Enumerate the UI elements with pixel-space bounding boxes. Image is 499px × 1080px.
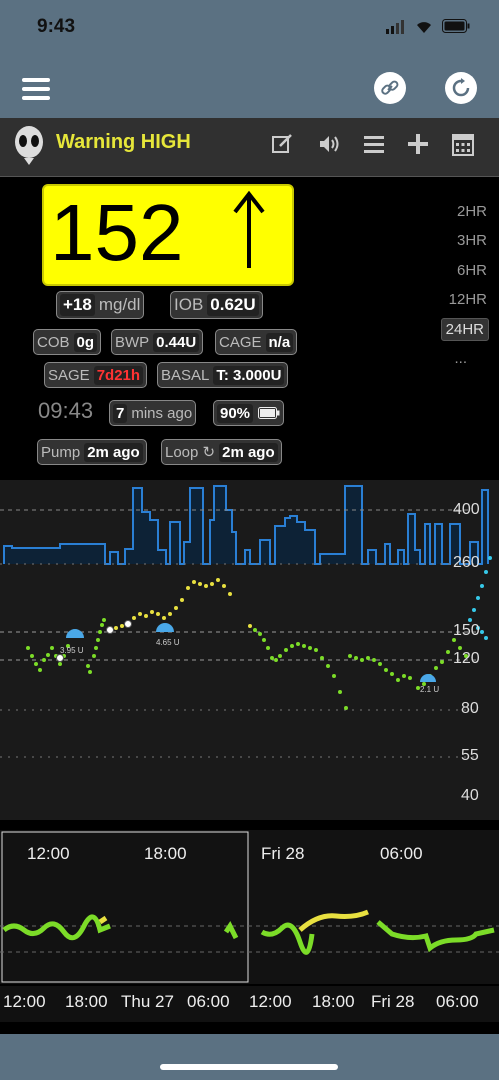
iob-value: 0.62U [207,294,259,316]
range-more[interactable]: ... [454,350,467,367]
bg-value: 152 [50,188,184,277]
alarm-title: Warning HIGH [56,131,191,153]
trend-arrow-up-icon [233,190,265,268]
tick-260: 260 [453,554,480,571]
cob-pill[interactable]: COB 0g [33,329,102,355]
wifi-icon [417,22,431,33]
treatment-label-1: 3.95 U [60,646,84,655]
sage-value: 7d21h [93,365,144,385]
bolus-treatment-icon[interactable]: 3.95 U [60,629,84,655]
navigator-chart[interactable]: 12:00 18:00 Fri 28 06:00 [0,830,499,984]
current-time: 09:43 [38,398,94,423]
speaker-icon[interactable] [318,134,342,154]
uploader-battery-pill: 90% [213,400,285,426]
nav-top-label-4: 06:00 [380,844,423,863]
cage-label: CAGE [219,333,262,351]
edit-icon[interactable] [272,134,294,154]
iob-pill[interactable]: IOB 0.62U [170,291,263,319]
navigator-x-axis: 12:00 18:00 Thu 27 06:00 12:00 18:00 Fri… [0,986,499,1022]
nav-bottom-label-2: 18:00 [65,992,108,1011]
range-6hr[interactable]: 6HR [457,262,487,279]
link-icon[interactable] [374,72,406,104]
sage-label: SAGE [48,366,90,384]
status-time: 9:43 [37,16,76,37]
cob-label: COB [37,333,70,351]
nav-bottom-label-7: Fri 28 [371,992,415,1011]
calculator-icon[interactable] [452,134,474,156]
signal-icon [386,20,404,34]
battery-level-icon [258,407,280,419]
iob-label: IOB [174,295,204,314]
tick-80: 80 [461,700,479,717]
range-3hr[interactable]: 3HR [457,232,487,249]
minutes-ago-value: 7 [113,403,128,423]
basal-value: T: 3.000U [213,365,285,385]
alien-logo-icon [15,126,43,165]
tick-40: 40 [461,787,479,804]
pump-label: Pump [41,443,81,461]
home-indicator[interactable] [160,1064,338,1070]
minutes-ago-label: mins ago [131,404,193,422]
home-bar [0,1034,499,1080]
menu-icon[interactable] [22,78,50,100]
tick-120: 120 [453,650,480,667]
last-reading-pill: 7 mins ago [109,400,197,426]
nav-bottom-label-6: 18:00 [312,992,355,1011]
tick-150: 150 [453,622,480,639]
glucose-chart-svg[interactable]: 3.95 U 4.65 U 2.1 U [0,480,499,820]
range-2hr[interactable]: 2HR [457,203,487,220]
cage-pill[interactable]: CAGE n/a [215,329,298,355]
bwp-label: BWP [115,333,150,351]
nav-top-label-2: 18:00 [144,844,187,863]
nav-bottom-label-3: Thu 27 [121,992,174,1011]
nav-top-label-3: Fri 28 [261,844,305,863]
navigator-svg[interactable] [0,830,499,984]
loop-value: 2m ago [219,442,278,462]
sage-pill[interactable]: SAGE 7d21h [44,362,148,388]
range-12hr[interactable]: 12HR [449,291,487,308]
nav-bottom-label-1: 12:00 [3,992,46,1011]
treatment-label-2: 4.65 U [156,638,180,647]
bwp-value: 0.44U [153,332,200,352]
add-icon[interactable] [408,134,428,154]
tick-55: 55 [461,747,479,764]
loop-label: Loop ↻ [165,444,216,461]
loop-pill[interactable]: Loop ↻ 2m ago [161,439,282,465]
cob-value: 0g [73,332,98,352]
pump-value: 2m ago [84,442,143,462]
battery-value: 90% [217,403,254,423]
cage-value: n/a [265,332,294,352]
battery-icon [442,19,470,33]
app-bar [0,60,499,118]
delta-unit: mg/dl [98,295,141,314]
delta-pill: +18 mg/dl [56,291,145,319]
nav-bottom-label-8: 06:00 [436,992,479,1011]
treatment-label-3: 2.1 U [420,685,439,694]
tick-400: 400 [453,501,480,518]
range-24hr[interactable]: 24HR [440,318,489,341]
glucose-chart[interactable]: 3.95 U 4.65 U 2.1 U 400 260 150 120 80 5… [0,480,499,820]
list-icon[interactable] [364,134,384,154]
basal-pill[interactable]: BASAL T: 3.000U [157,362,289,388]
basal-label: BASAL [161,366,210,384]
basal-line [3,485,489,565]
nav-top-label-1: 12:00 [27,844,70,863]
bwp-pill[interactable]: BWP 0.44U [111,329,204,355]
nav-bottom-label-4: 06:00 [187,992,230,1011]
bolus-treatment-icon[interactable]: 4.65 U [156,623,180,647]
delta-value: +18 [60,294,95,316]
pump-pill[interactable]: Pump 2m ago [37,439,147,465]
nav-bottom-label-5: 12:00 [249,992,292,1011]
refresh-icon[interactable] [445,72,477,104]
